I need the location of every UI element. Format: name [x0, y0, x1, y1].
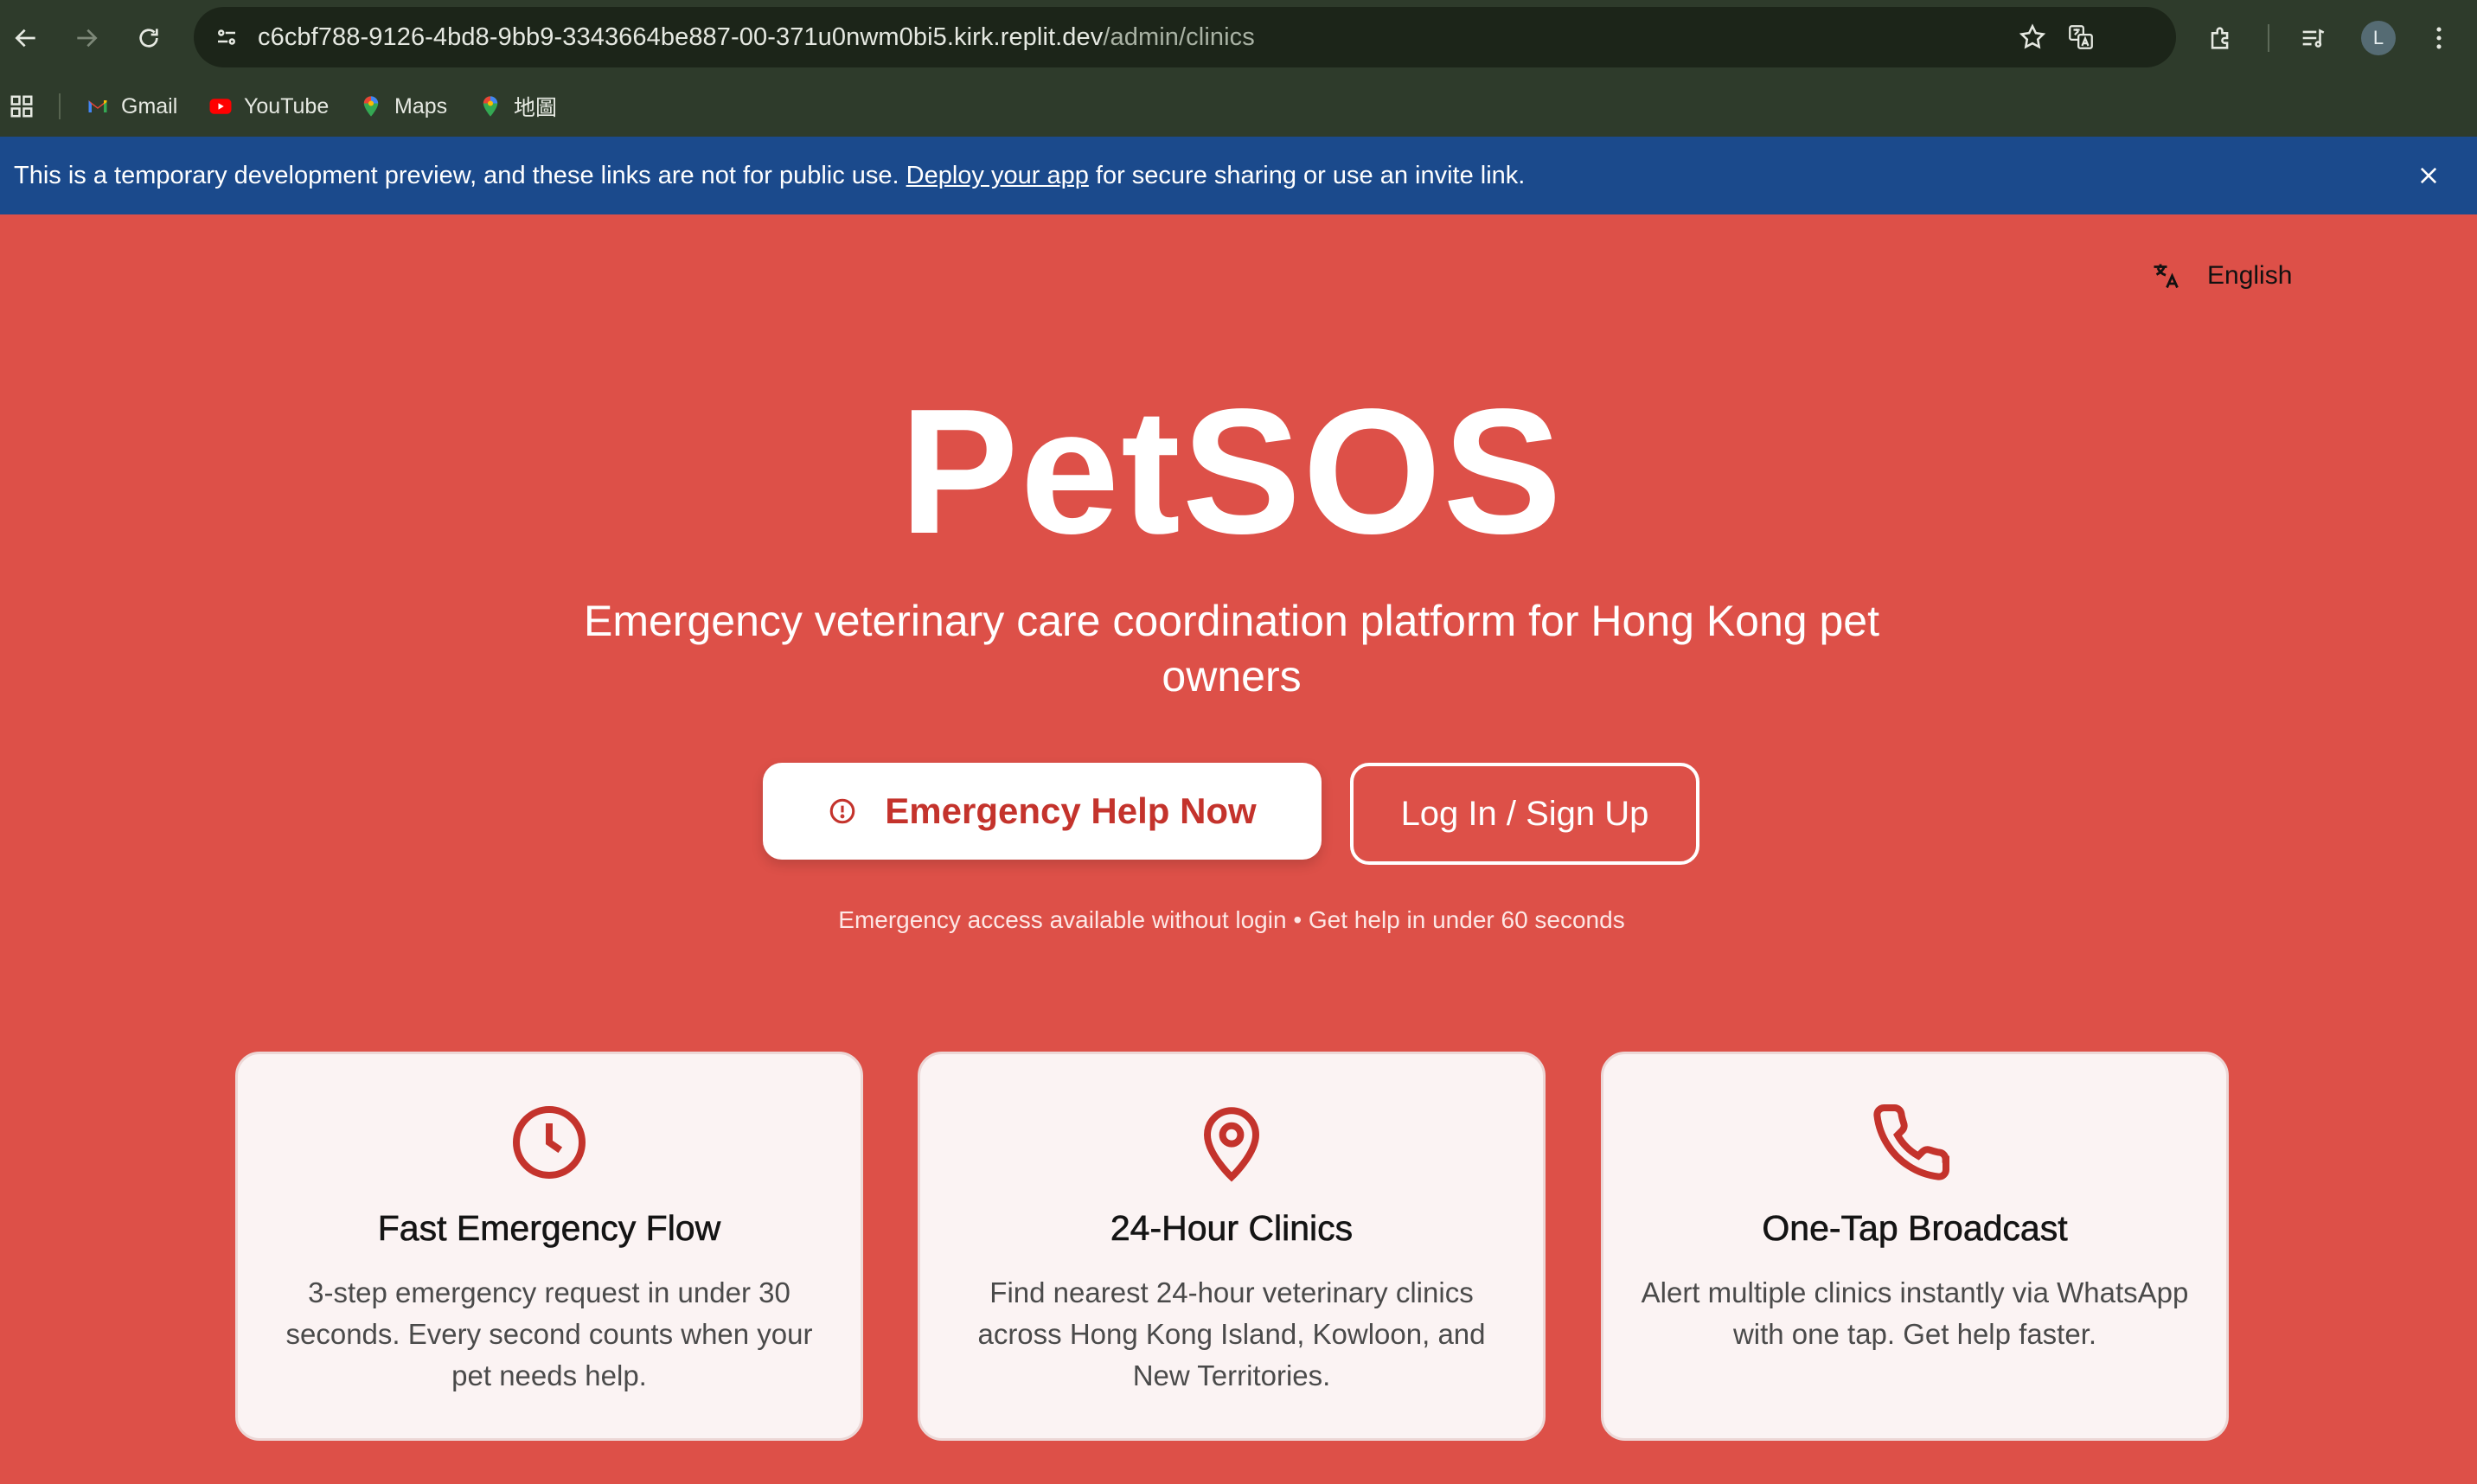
toolbar-divider	[2268, 24, 2269, 52]
bookmark-gmail[interactable]: Gmail	[85, 86, 177, 126]
url-path: /admin/clinics	[1103, 23, 1255, 51]
browser-toolbar: c6cbf788-9126-4bd8-9bb9-3343664be887-00-…	[0, 0, 2477, 76]
dev-preview-banner: This is a temporary development preview,…	[0, 137, 2477, 214]
feature-description: Find nearest 24-hour veterinary clinics …	[977, 1276, 1486, 1391]
feature-description: Alert multiple clinics instantly via Wha…	[1641, 1276, 2189, 1350]
page-title: PetSOS	[899, 372, 1564, 571]
site-info-icon[interactable]	[209, 20, 244, 54]
login-signup-button[interactable]: Log In / Sign Up	[1350, 763, 1699, 865]
maps-icon	[358, 93, 384, 119]
language-label: English	[2207, 261, 2293, 290]
feature-title: One-Tap Broadcast	[1762, 1208, 2068, 1249]
url-text[interactable]: c6cbf788-9126-4bd8-9bb9-3343664be887-00-…	[258, 7, 1255, 67]
maps-icon	[477, 93, 503, 119]
bookmark-youtube[interactable]: YouTube	[208, 86, 329, 126]
clock-icon	[513, 1106, 586, 1179]
banner-text-before: This is a temporary development preview,…	[14, 162, 906, 189]
map-pin-icon	[1203, 1107, 1260, 1182]
emergency-access-note: Emergency access available without login…	[838, 906, 1625, 933]
bookmark-label: YouTube	[244, 93, 330, 118]
bookmark-label: Maps	[394, 93, 448, 118]
profile-avatar[interactable]: L	[2361, 21, 2396, 55]
emergency-help-label: Emergency Help Now	[885, 790, 1257, 831]
bookmark-label: Gmail	[121, 93, 178, 118]
url-host: c6cbf788-9126-4bd8-9bb9-3343664be887-00-…	[258, 23, 1104, 51]
feature-description: 3-step emergency request in under 30 sec…	[285, 1276, 813, 1391]
deploy-app-link[interactable]: Deploy your app	[906, 162, 1089, 189]
bookmark-maps-zh[interactable]: 地圖	[477, 86, 557, 126]
reload-button[interactable]	[128, 17, 170, 59]
bookmark-maps[interactable]: Maps	[358, 86, 447, 126]
browser-menu-icon[interactable]	[2420, 19, 2458, 57]
address-bar[interactable]: c6cbf788-9126-4bd8-9bb9-3343664be887-00-…	[194, 7, 2176, 67]
translate-icon	[2154, 264, 2179, 289]
back-button[interactable]	[5, 17, 47, 59]
bookmarks-separator	[59, 93, 61, 119]
emergency-help-button[interactable]: Emergency Help Now	[763, 763, 1322, 860]
arrow-left-icon	[15, 29, 35, 48]
feature-card-fast-emergency: Fast Emergency Flow 3-step emergency req…	[235, 1052, 863, 1441]
hero-subtitle: Emergency veterinary care coordination p…	[584, 597, 1879, 700]
bookmarks-bar: Gmail YouTube Maps 地圖	[0, 76, 2477, 137]
translate-page-icon[interactable]	[2064, 20, 2098, 54]
forward-button[interactable]	[66, 17, 107, 59]
feature-card-24-hour-clinics: 24-Hour Clinics Find nearest 24-hour vet…	[918, 1052, 1546, 1441]
youtube-icon	[208, 93, 234, 119]
reload-icon	[139, 29, 158, 48]
feature-card-one-tap-broadcast: One-Tap Broadcast Alert multiple clinics…	[1601, 1052, 2229, 1441]
feature-title: 24-Hour Clinics	[1110, 1208, 1354, 1249]
arrow-right-icon	[77, 29, 98, 48]
banner-text-after: for secure sharing or use an invite link…	[1088, 162, 1526, 189]
bookmark-star-icon[interactable]	[2015, 20, 2050, 54]
feature-title: Fast Emergency Flow	[377, 1208, 721, 1249]
media-queue-icon[interactable]	[2294, 19, 2332, 57]
language-switcher[interactable]: English	[2150, 254, 2292, 297]
gmail-icon	[85, 93, 111, 119]
apps-grid-icon[interactable]	[9, 93, 35, 119]
extensions-icon[interactable]	[2202, 19, 2240, 57]
phone-icon	[1873, 1103, 1950, 1180]
banner-close-button[interactable]	[2415, 162, 2442, 189]
close-icon	[2420, 167, 2437, 184]
bookmark-label: 地圖	[514, 96, 558, 120]
alert-circle-icon	[829, 798, 855, 824]
